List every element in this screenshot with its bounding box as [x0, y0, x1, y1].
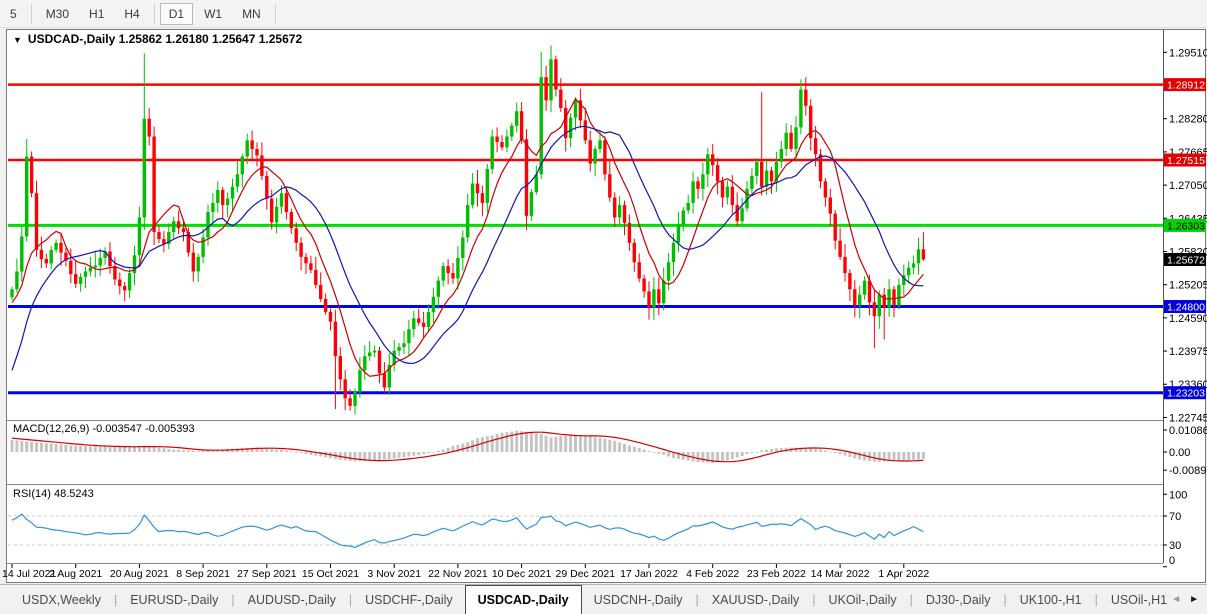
- timeframe-button-h1[interactable]: H1: [80, 3, 113, 25]
- toolbar-separator: [274, 3, 276, 24]
- chart-title: ▼ USDCAD-,Daily 1.25862 1.26180 1.25647 1…: [13, 32, 302, 46]
- tab-uk100-h1[interactable]: UK100-,H1: [1008, 588, 1094, 612]
- macd-label: MACD(12,26,9) -0.003547 -0.005393: [13, 423, 195, 435]
- svg-text:0.010869: 0.010869: [1169, 425, 1207, 437]
- svg-text:0.00: 0.00: [1169, 447, 1190, 459]
- svg-text:1.25672: 1.25672: [1167, 254, 1205, 266]
- tab-usdchf-daily[interactable]: USDCHF-,Daily: [353, 588, 465, 612]
- svg-text:1.23975: 1.23975: [1169, 346, 1207, 358]
- svg-text:10 Dec 2021: 10 Dec 2021: [492, 568, 552, 580]
- svg-text:17 Jan 2022: 17 Jan 2022: [620, 568, 678, 580]
- svg-text:23 Feb 2022: 23 Feb 2022: [747, 568, 806, 580]
- tab-scroll-arrows: ◄ ►: [1167, 594, 1207, 605]
- timeframe-button-h4[interactable]: H4: [115, 3, 148, 25]
- svg-text:22 Nov 2021: 22 Nov 2021: [428, 568, 488, 580]
- svg-text:1.24800: 1.24800: [1167, 302, 1205, 314]
- tab-xauusd-daily[interactable]: XAUUSD-,Daily: [700, 588, 812, 612]
- symbol-tab-bar: USDX,Weekly | EURUSD-,Daily | AUDUSD-,Daily |…: [0, 584, 1207, 614]
- svg-text:70: 70: [1169, 511, 1181, 523]
- timeframe-button-d1[interactable]: D1: [159, 2, 194, 25]
- svg-text:1.29510: 1.29510: [1169, 47, 1207, 59]
- tab-usoil-h1[interactable]: USOil-,H1: [1099, 588, 1167, 612]
- svg-text:1.28280: 1.28280: [1169, 114, 1207, 126]
- tab-scroll-right-icon[interactable]: ►: [1189, 594, 1199, 605]
- svg-text:14 Mar 2022: 14 Mar 2022: [811, 568, 870, 580]
- svg-text:20 Aug 2021: 20 Aug 2021: [110, 568, 169, 580]
- svg-text:1.24590: 1.24590: [1169, 313, 1207, 325]
- tab-scroll-left-icon[interactable]: ◄: [1171, 594, 1181, 605]
- tab-audusd-daily[interactable]: AUDUSD-,Daily: [236, 588, 348, 612]
- svg-text:1.25205: 1.25205: [1169, 280, 1207, 292]
- svg-text:4 Feb 2022: 4 Feb 2022: [686, 568, 739, 580]
- tab-usdx-weekly[interactable]: USDX,Weekly: [10, 588, 113, 612]
- symbol-tabs: USDX,Weekly | EURUSD-,Daily | AUDUSD-,Daily |…: [0, 585, 1167, 614]
- svg-text:3 Nov 2021: 3 Nov 2021: [367, 568, 421, 580]
- svg-text:1 Apr 2022: 1 Apr 2022: [878, 568, 929, 580]
- toolbar-separator: [30, 3, 32, 24]
- svg-text:27 Sep 2021: 27 Sep 2021: [237, 568, 297, 580]
- svg-text:2 Aug 2021: 2 Aug 2021: [49, 568, 102, 580]
- svg-text:1.22745: 1.22745: [1169, 412, 1207, 424]
- rsi-label: RSI(14) 48.5243: [13, 488, 94, 500]
- timeframe-button-m30[interactable]: M30: [37, 3, 78, 25]
- svg-text:0: 0: [1169, 555, 1175, 567]
- svg-text:1.27515: 1.27515: [1167, 155, 1205, 167]
- chart-window: ▼ USDCAD-,Daily 1.25862 1.26180 1.25647 1…: [2, 29, 1207, 583]
- timeframe-button-5[interactable]: 5: [1, 3, 26, 25]
- tab-dj30-daily[interactable]: DJ30-,Daily: [914, 588, 1003, 612]
- tab-usdcad-daily[interactable]: USDCAD-,Daily: [464, 585, 582, 614]
- tab-usdcnh-daily[interactable]: USDCNH-,Daily: [582, 588, 695, 612]
- svg-text:1.26303: 1.26303: [1167, 220, 1205, 232]
- svg-text:30: 30: [1169, 540, 1181, 552]
- svg-text:1.23203: 1.23203: [1167, 388, 1205, 400]
- tab-ukoil-daily[interactable]: UKOil-,Daily: [817, 588, 909, 612]
- tab-eurusd-daily[interactable]: EURUSD-,Daily: [118, 588, 230, 612]
- svg-text:-0.00897: -0.00897: [1169, 465, 1207, 477]
- timeframe-button-mn[interactable]: MN: [233, 3, 270, 25]
- svg-text:100: 100: [1169, 489, 1187, 501]
- toolbar-separator: [153, 3, 155, 24]
- svg-text:15 Oct 2021: 15 Oct 2021: [302, 568, 359, 580]
- timeframe-button-w1[interactable]: W1: [195, 3, 231, 25]
- timeframe-toolbar: 5 M30 H1 H4 D1 W1 MN: [0, 0, 1207, 28]
- svg-text:1.28912: 1.28912: [1167, 80, 1205, 92]
- svg-text:▼USDCAD-,Daily 1.25862 1.2618: ▼ USDCAD-,Daily 1.25862 1.26180 1.25647 1…: [13, 32, 302, 46]
- svg-text:8 Sep 2021: 8 Sep 2021: [176, 568, 230, 580]
- svg-text:1.27050: 1.27050: [1169, 180, 1207, 192]
- svg-text:29 Dec 2021: 29 Dec 2021: [556, 568, 616, 580]
